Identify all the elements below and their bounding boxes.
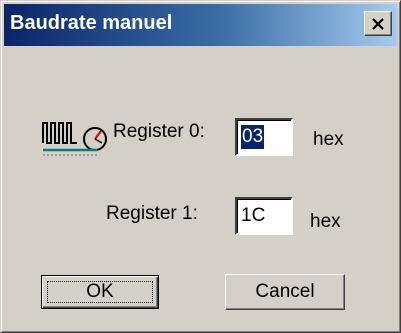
register-1-label: Register 1:: [106, 203, 198, 224]
register-1-input[interactable]: 1C: [235, 197, 293, 235]
cancel-button-label: Cancel: [255, 281, 315, 302]
register-1-value: 1C: [241, 205, 266, 226]
register-waveform-icon: [42, 122, 107, 156]
register-1-unit: hex: [310, 211, 341, 232]
ok-focus-ring: [47, 281, 153, 303]
title-bar[interactable]: Baudrate manuel: [4, 4, 397, 46]
window-title: Baudrate manuel: [10, 12, 173, 34]
register-0-label: Register 0:: [113, 121, 205, 142]
baudrate-dialog: Baudrate manuel Register 0: 03 hex Regis…: [0, 0, 401, 333]
close-button[interactable]: [364, 11, 392, 36]
register-0-value: 03: [241, 125, 265, 149]
close-icon: [372, 17, 384, 30]
cancel-button[interactable]: Cancel: [225, 274, 345, 310]
ok-button[interactable]: OK: [41, 275, 159, 309]
register-0-unit: hex: [313, 129, 344, 150]
register-0-input[interactable]: 03: [235, 118, 293, 156]
